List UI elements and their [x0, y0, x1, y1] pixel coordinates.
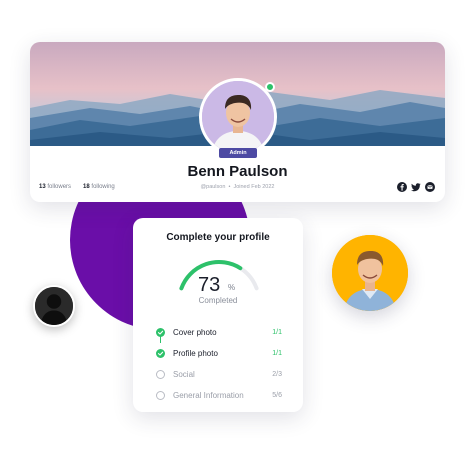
profile-avatar-wrap[interactable] [199, 78, 277, 156]
meta-separator: • [228, 184, 231, 190]
social-links [397, 182, 435, 192]
completion-title: Complete your profile [166, 232, 270, 243]
twitter-icon[interactable] [411, 182, 421, 192]
step-cover-photo[interactable]: Cover photo 1/1 [156, 322, 282, 343]
step-count: 1/1 [272, 350, 282, 357]
step-profile-photo[interactable]: Profile photo 1/1 [156, 343, 282, 364]
profile-name: Benn Paulson [187, 163, 288, 180]
step-count: 1/1 [272, 329, 282, 336]
step-count: 2/3 [272, 371, 282, 378]
step-label: Cover photo [173, 328, 217, 337]
joined-date: Joined Feb 2022 [233, 184, 275, 190]
email-icon[interactable] [425, 182, 435, 192]
check-icon [156, 349, 165, 358]
completion-percent-unit: % [228, 283, 236, 292]
step-count: 5/6 [272, 392, 282, 399]
completion-status-label: Completed [198, 296, 238, 305]
completion-steps: Cover photo 1/1 Profile photo 1/1 Social… [156, 322, 282, 406]
step-general-information[interactable]: General Information 5/6 [156, 385, 282, 406]
role-badge: Admin [219, 148, 257, 158]
user-avatar-smiling-man[interactable] [332, 235, 408, 311]
step-connector [160, 336, 161, 343]
profile-handle: @paulson [200, 184, 226, 190]
online-status-dot [265, 82, 275, 92]
profile-card: Admin Benn Paulson 13 followers 18 follo… [30, 42, 445, 202]
step-social[interactable]: Social 2/3 [156, 364, 282, 385]
step-label: General Information [173, 391, 244, 400]
step-label: Social [173, 370, 195, 379]
facebook-icon[interactable] [397, 182, 407, 192]
step-label: Profile photo [173, 349, 218, 358]
empty-circle-icon [156, 391, 165, 400]
user-avatar-placeholder[interactable] [33, 285, 75, 327]
empty-circle-icon [156, 370, 165, 379]
completion-percent: 73 [198, 274, 221, 296]
profile-meta: @paulson • Joined Feb 2022 [30, 184, 445, 190]
